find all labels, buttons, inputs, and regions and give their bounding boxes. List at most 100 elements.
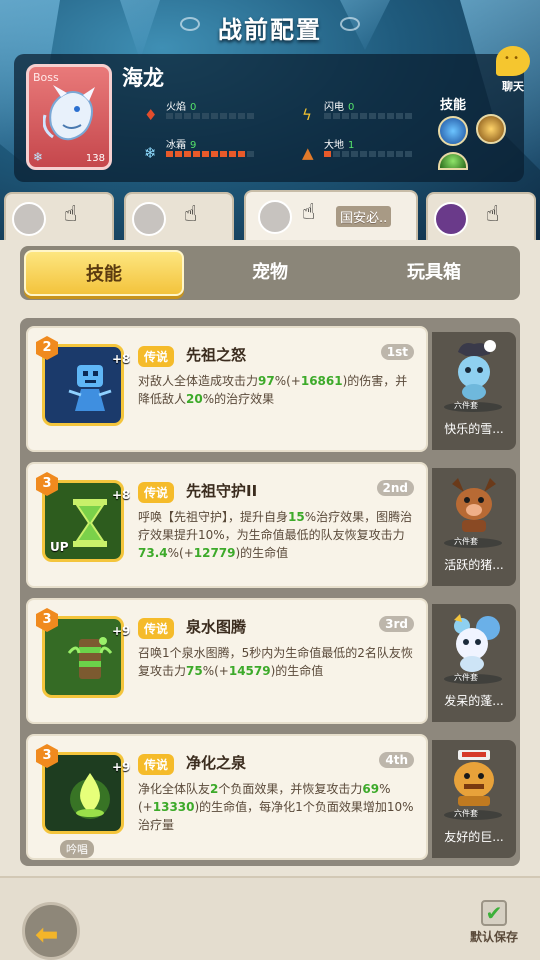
totem-icon — [67, 637, 113, 679]
pet-slot[interactable]: 六件套 活跃的猪... — [432, 468, 516, 586]
skill-plus: +8 — [112, 488, 131, 502]
pet-slot[interactable]: 六件套 发呆的蓬... — [432, 604, 516, 722]
skill-card[interactable]: 3 +8 UP 传说 先祖守护II 2nd 呼唤【先祖守护】，提升自身15%治疗… — [26, 462, 428, 588]
stat-bar-segment — [247, 113, 254, 119]
snowflake-icon: ❄ — [33, 150, 44, 164]
hero-tab-4[interactable]: ☝ — [426, 192, 536, 240]
hero-tab-3[interactable]: ☝ 国安必.. — [244, 190, 418, 242]
tab-toybox[interactable]: 玩具箱 — [354, 250, 514, 296]
stat-bar-segment — [351, 113, 358, 119]
stat-bar-segment — [342, 113, 349, 119]
stat-value: 9 — [190, 140, 197, 151]
stat-bar-segment — [184, 151, 191, 157]
skill-description: 召唤1个泉水图腾，5秒内为生命值最低的2名队友恢复攻击力75%(+14579)的… — [138, 646, 413, 678]
hand-pointer-icon: ☝ — [302, 200, 316, 225]
stat-bar-segment — [247, 151, 254, 157]
boss-skill-icon[interactable] — [438, 116, 468, 146]
stat-bar — [324, 113, 412, 119]
boss-portrait[interactable]: Boss ❄ 138 — [26, 64, 112, 170]
skill-plus: +9 — [112, 760, 131, 774]
stat-bar-segment — [396, 151, 403, 157]
pet-set-label: 六件套 — [454, 809, 478, 818]
stat-bar-segment — [360, 151, 367, 157]
stat-bar-segment — [211, 151, 218, 157]
stat-bar-segment — [202, 151, 209, 157]
skill-name: 泉水图腾 — [186, 618, 247, 636]
stat-fire: ♦ 火焰 0 — [144, 102, 274, 126]
skill-row[interactable]: 3 +9 传说 泉水图腾 3rd 召唤1个泉水图腾，5秒内为生命值最低的2名队友… — [26, 598, 516, 724]
skill-row[interactable]: 2 +8 传说 先祖之怒 1st 对敌人全体造成攻击力97%(+16861)的伤… — [26, 326, 516, 452]
hand-pointer-icon: ☝ — [64, 202, 78, 227]
boss-skill-icon[interactable] — [438, 152, 468, 170]
skill-card[interactable]: 3 +9 传说 泉水图腾 3rd 召唤1个泉水图腾，5秒内为生命值最低的2名队友… — [26, 598, 428, 724]
skill-card[interactable]: 3 +9 吟唱 传说 净化之泉 4th 净化全体队友2个负面效果，并恢复攻击力6… — [26, 734, 428, 860]
pet-name: 友好的巨... — [444, 830, 504, 844]
rarity-badge: 传说 — [138, 618, 175, 639]
avatar — [258, 200, 292, 234]
pet-set-label: 六件套 — [454, 537, 478, 546]
skill-card[interactable]: 2 +8 传说 先祖之怒 1st 对敌人全体造成攻击力97%(+16861)的伤… — [26, 326, 428, 452]
stat-label: 大地 — [324, 140, 344, 151]
back-arrow-icon: ⬅ — [35, 918, 59, 951]
save-label: 默认保存 — [469, 930, 518, 944]
pet-name: 快乐的雪... — [444, 422, 504, 436]
skill-rank: 1st — [380, 344, 414, 360]
rarity-badge: 传说 — [138, 482, 175, 503]
skill-description: 净化全体队友2个负面效果，并恢复攻击力69%(+13330)的生命值，每净化1个… — [138, 782, 414, 832]
stat-bar-segment — [238, 151, 245, 157]
boss-skills-label: 技能 — [440, 98, 467, 113]
checkbox-checked-icon[interactable]: ✔ — [481, 900, 507, 926]
hand-pointer-icon: ☝ — [486, 202, 500, 227]
boss-panel: Boss ❄ 138 海龙 ♦ 火焰 0 ϟ 闪电 0 ❄ 冰霜 9 ▲ 大地 1 技能 — [14, 54, 524, 182]
stat-bar-segment — [369, 151, 376, 157]
stat-label: 冰霜 — [166, 140, 186, 151]
lightning-icon: ϟ — [302, 106, 312, 124]
stat-bar-segment — [396, 113, 403, 119]
stat-bar-segment — [166, 113, 173, 119]
fluffy-pet-icon — [454, 614, 500, 672]
stat-bar-segment — [324, 113, 331, 119]
stat-value: 1 — [348, 140, 355, 151]
skill-plus: +8 — [112, 352, 131, 366]
boss-level: 138 — [85, 153, 105, 164]
skill-row[interactable]: 3 +8 UP 传说 先祖守护II 2nd 呼唤【先祖守护】，提升自身15%治疗… — [26, 462, 516, 588]
avatar — [132, 202, 166, 236]
pet-slot[interactable]: 六件套 快乐的雪... — [432, 332, 516, 450]
stat-bar — [324, 151, 412, 157]
hourglass-icon — [73, 499, 107, 547]
avatar — [12, 202, 46, 236]
hero-tab-2[interactable]: ☝ — [124, 192, 234, 240]
avatar — [434, 202, 468, 236]
stat-bar — [166, 113, 254, 119]
stat-bar-segment — [184, 113, 191, 119]
boss-tag: Boss — [33, 71, 59, 84]
hero-tab-1[interactable]: ☝ — [4, 192, 114, 240]
pet-slot[interactable]: 六件套 友好的巨... — [432, 740, 516, 858]
stat-bar-segment — [405, 151, 412, 157]
skill-rank: 2nd — [376, 480, 414, 496]
hero-name: 国安必.. — [336, 206, 392, 227]
purify-spring-icon — [70, 773, 110, 819]
default-save-toggle[interactable]: ✔ 默认保存 — [464, 900, 524, 945]
boss-skill-icon[interactable] — [476, 114, 506, 144]
stat-bar-segment — [387, 151, 394, 157]
skill-rank: 4th — [379, 752, 414, 768]
stat-bar-segment — [193, 151, 200, 157]
snow-pet-icon — [458, 340, 496, 400]
stat-bar-segment — [387, 113, 394, 119]
chat-bubble-icon — [496, 46, 530, 76]
stat-bar-segment — [193, 113, 200, 119]
boss-name: 海龙 — [122, 66, 164, 90]
stat-bar-segment — [166, 151, 173, 157]
tab-skills[interactable]: 技能 — [24, 250, 184, 296]
rarity-badge: 传说 — [138, 346, 175, 367]
skill-description: 对敌人全体造成攻击力97%(+16861)的伤害，并降低敌人20%的治疗效果 — [138, 374, 408, 406]
stat-bar-segment — [220, 151, 227, 157]
stat-value: 0 — [348, 102, 355, 113]
chat-button[interactable]: 聊天 — [492, 46, 534, 93]
skill-row[interactable]: 3 +9 吟唱 传说 净化之泉 4th 净化全体队友2个负面效果，并恢复攻击力6… — [26, 734, 516, 860]
tab-pets[interactable]: 宠物 — [190, 250, 350, 296]
skill-rank: 3rd — [379, 616, 414, 632]
back-button[interactable]: ⬅ — [22, 902, 80, 960]
stat-bar-segment — [324, 151, 331, 157]
